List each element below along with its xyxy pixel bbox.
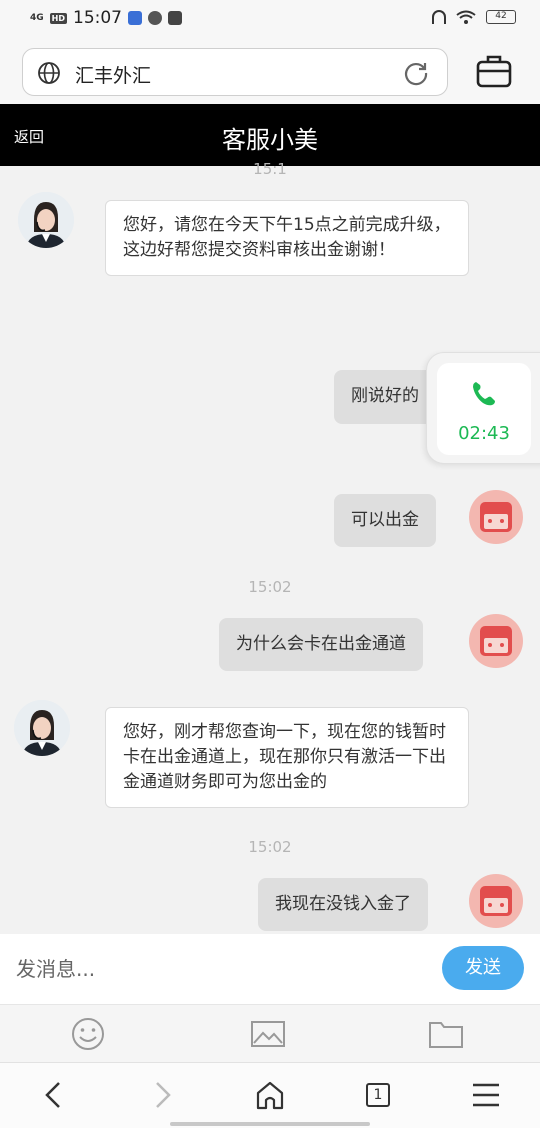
message-input[interactable] <box>16 952 396 986</box>
user-avatar-image <box>480 502 512 532</box>
home-indicator <box>170 1122 370 1126</box>
reload-icon[interactable] <box>403 60 429 86</box>
status-time: 15:07 <box>73 8 122 28</box>
agent-avatar-image <box>14 700 70 756</box>
chat-header: 返回 客服小美 <box>0 104 540 166</box>
attachment-toolbar <box>0 1004 540 1062</box>
status-right: 42 <box>432 10 516 24</box>
menu-icon[interactable] <box>470 1079 502 1111</box>
message-input-bar: 发送 <box>0 934 540 1004</box>
user-avatar <box>469 874 523 928</box>
phone-icon <box>473 382 495 406</box>
incoming-message: 您好，请您在今天下午15点之前完成升级，这边好帮您提交资料审核出金谢谢！ <box>105 200 469 276</box>
status-bar: 4G HD 15:07 42 <box>0 0 540 38</box>
outgoing-message: 我现在没钱入金了 <box>258 878 428 931</box>
tabs-icon[interactable]: 1 <box>362 1079 394 1111</box>
timestamp: 15:02 <box>248 838 292 856</box>
outgoing-message: 可以出金 <box>334 494 436 547</box>
user-avatar <box>469 614 523 668</box>
folder-icon[interactable] <box>428 1017 464 1051</box>
call-panel[interactable]: 02:43 <box>437 363 531 455</box>
headphones-icon <box>432 10 446 24</box>
network-indicator: 4G <box>30 12 44 23</box>
call-widget[interactable]: 02:43 <box>426 352 540 464</box>
app-notification-icon <box>128 11 142 25</box>
agent-avatar <box>18 192 74 248</box>
wechat-icon <box>148 11 162 25</box>
call-duration: 02:43 <box>458 423 510 444</box>
user-avatar-image <box>480 626 512 656</box>
globe-icon <box>38 62 60 84</box>
send-button[interactable]: 发送 <box>442 946 524 990</box>
forward-arrow-icon[interactable] <box>146 1079 178 1111</box>
battery-indicator: 42 <box>486 10 516 24</box>
image-icon[interactable] <box>250 1017 286 1051</box>
briefcase-icon[interactable] <box>476 54 512 88</box>
home-icon[interactable] <box>254 1079 286 1111</box>
tab-count: 1 <box>366 1083 390 1107</box>
user-avatar-image <box>480 886 512 916</box>
address-bar[interactable]: 汇丰外汇 <box>22 48 448 96</box>
timestamp: 15:1 <box>253 160 287 178</box>
outgoing-message: 为什么会卡在出金通道 <box>219 618 423 671</box>
user-avatar <box>469 490 523 544</box>
telegram-icon <box>168 11 182 25</box>
timestamp: 15:02 <box>248 578 292 596</box>
address-text: 汇丰外汇 <box>75 65 152 87</box>
agent-avatar <box>14 700 70 756</box>
emoji-icon[interactable] <box>70 1017 106 1051</box>
back-arrow-icon[interactable] <box>38 1079 70 1111</box>
incoming-message: 您好，刚才帮您查询一下，现在您的钱暂时卡在出金通道上，现在那你只有激活一下出金通… <box>105 707 469 808</box>
agent-avatar-image <box>18 192 74 248</box>
wifi-icon <box>456 10 476 24</box>
browser-nav-bar: 1 <box>0 1062 540 1128</box>
status-left: 4G HD 15:07 <box>30 8 182 28</box>
chat-title: 客服小美 <box>222 126 318 154</box>
browser-toolbar: 汇丰外汇 <box>0 38 540 104</box>
hd-badge: HD <box>49 12 67 24</box>
